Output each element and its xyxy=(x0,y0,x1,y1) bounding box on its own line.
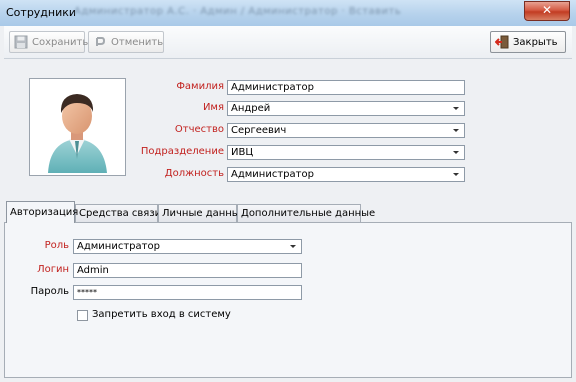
login-label: Логин xyxy=(37,264,69,275)
name-label: Имя xyxy=(202,102,224,113)
employee-photo[interactable] xyxy=(29,78,126,176)
tab-authorization[interactable]: Авторизация xyxy=(6,201,78,223)
close-icon: ✕ xyxy=(541,3,553,17)
block-login-label[interactable]: Запретить вход в систему xyxy=(92,309,231,320)
floppy-disk-icon xyxy=(14,35,28,49)
window-title: Сотрудники xyxy=(6,6,77,19)
surname-field[interactable]: Администратор xyxy=(227,80,465,95)
chevron-down-icon[interactable] xyxy=(453,173,459,176)
tab-additional-data[interactable]: Дополнительные данные xyxy=(237,204,375,222)
tab-contacts[interactable]: Средства связи xyxy=(75,204,161,222)
save-button[interactable]: Сохранить xyxy=(9,31,89,53)
window-close-button[interactable]: ✕ xyxy=(524,1,570,21)
toolbar: Сохранить Отменить Закрыть xyxy=(4,26,572,59)
details-tabs: Авторизация Средства связи Личные данные… xyxy=(4,200,572,378)
cancel-button[interactable]: Отменить xyxy=(88,31,164,53)
close-label: Закрыть xyxy=(513,36,558,48)
surname-label: Фамилия xyxy=(176,81,224,92)
position-label: Должность xyxy=(164,168,224,179)
patronymic-label: Отчество xyxy=(174,124,224,135)
role-value: Администратор xyxy=(77,241,160,252)
role-combobox[interactable]: Администратор xyxy=(73,239,302,254)
department-label: Подразделение xyxy=(140,146,224,157)
title-bar[interactable]: Сотрудники Администратор А.С. · Админ / … xyxy=(0,0,576,26)
block-login-checkbox[interactable] xyxy=(77,310,88,321)
position-value: Администратор xyxy=(231,169,314,180)
chevron-down-icon[interactable] xyxy=(453,107,459,110)
patronymic-combobox[interactable]: Сергеевич xyxy=(227,123,465,138)
chevron-down-icon[interactable] xyxy=(290,245,296,248)
authorization-panel: Роль Администратор Логин Admin Пароль **… xyxy=(4,222,572,378)
chevron-down-icon[interactable] xyxy=(453,151,459,154)
undo-icon xyxy=(93,35,107,49)
save-label: Сохранить xyxy=(32,36,89,48)
position-combobox[interactable]: Администратор xyxy=(227,167,465,182)
person-avatar-icon xyxy=(48,94,107,173)
tab-personal-data[interactable]: Личные данные xyxy=(158,204,246,222)
window-subtitle: Администратор А.С. · Админ / Администрат… xyxy=(74,6,402,17)
close-button[interactable]: Закрыть xyxy=(490,31,566,53)
patronymic-value: Сергеевич xyxy=(231,125,287,136)
name-value: Андрей xyxy=(231,103,271,114)
password-field[interactable]: ***** xyxy=(73,285,302,300)
department-value: ИВЦ xyxy=(231,147,254,158)
chevron-down-icon[interactable] xyxy=(453,129,459,132)
cancel-label: Отменить xyxy=(111,36,164,48)
exit-door-icon xyxy=(494,35,509,49)
employees-window: Сотрудники Администратор А.С. · Админ / … xyxy=(0,0,576,382)
password-label: Пароль xyxy=(30,286,69,297)
login-field[interactable]: Admin xyxy=(73,263,302,278)
department-combobox[interactable]: ИВЦ xyxy=(227,145,465,160)
role-label: Роль xyxy=(44,240,69,251)
name-combobox[interactable]: Андрей xyxy=(227,101,465,116)
employee-main-panel: Фамилия Администратор Имя Андрей Отчеств… xyxy=(4,60,572,200)
